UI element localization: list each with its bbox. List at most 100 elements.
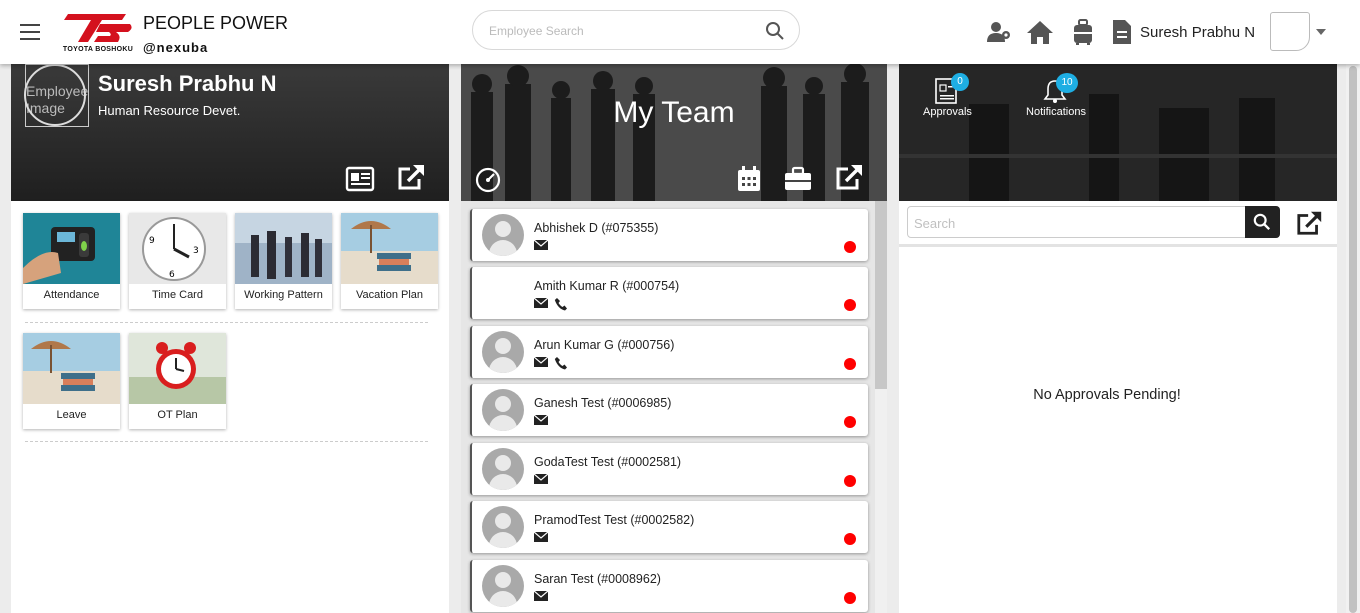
- luggage-icon[interactable]: [1069, 18, 1097, 46]
- calendar-icon[interactable]: [734, 164, 764, 194]
- menu-icon[interactable]: [20, 24, 40, 40]
- member-name: PramodTest Test (#0002582): [534, 513, 695, 527]
- dashboard-gauge-icon[interactable]: [473, 164, 503, 194]
- phone-icon[interactable]: [554, 356, 568, 370]
- member-contact-icons: [534, 356, 568, 370]
- team-member-row[interactable]: Arun Kumar G (#000756): [470, 326, 868, 378]
- id-card-icon[interactable]: [345, 164, 375, 194]
- member-contact-icons: [534, 414, 548, 428]
- member-name: Arun Kumar G (#000756): [534, 338, 675, 352]
- tile-label: OT Plan: [157, 409, 198, 421]
- approvals-search-button[interactable]: [1245, 206, 1280, 238]
- member-status-dot: [844, 241, 856, 253]
- user-name[interactable]: Suresh Prabhu N: [1140, 24, 1255, 41]
- envelope-icon[interactable]: [534, 239, 548, 251]
- tile-label: Time Card: [152, 289, 203, 301]
- approvals-button[interactable]: 0 Approvals: [923, 73, 972, 124]
- envelope-icon[interactable]: [534, 297, 548, 309]
- member-avatar: [482, 506, 524, 548]
- ot-plan-image: [129, 333, 226, 404]
- no-approvals-message: No Approvals Pending!: [1033, 387, 1181, 403]
- page-scrollbar-thumb[interactable]: [1349, 66, 1357, 613]
- member-avatar: [482, 448, 524, 490]
- toyota-boshoku-logo: TOYOTA BOSHOKU: [60, 10, 136, 56]
- member-name: Abhishek D (#075355): [534, 221, 659, 235]
- tile-label: Vacation Plan: [355, 289, 424, 301]
- member-avatar: [482, 565, 524, 607]
- team-icon[interactable]: [985, 18, 1013, 46]
- vacation-plan-image: [341, 213, 438, 284]
- employee-search-input[interactable]: [489, 21, 749, 41]
- employee-name: Suresh Prabhu N: [98, 71, 277, 96]
- team-member-row[interactable]: Amith Kumar R (#000754): [470, 267, 868, 319]
- envelope-icon[interactable]: [534, 356, 548, 368]
- member-avatar: [482, 389, 524, 431]
- envelope-icon[interactable]: [534, 473, 548, 485]
- search-icon[interactable]: [765, 21, 785, 41]
- member-status-dot: [844, 475, 856, 487]
- external-link-icon[interactable]: [835, 162, 865, 192]
- external-link-icon[interactable]: [397, 162, 427, 192]
- envelope-icon[interactable]: [534, 414, 548, 426]
- time-card-image: 9 6 3: [129, 213, 226, 284]
- brand-subtitle: @nexuba: [143, 40, 209, 55]
- member-name: Amith Kumar R (#000754): [534, 279, 680, 293]
- employee-department: Human Resource Devet.: [98, 103, 241, 118]
- external-link-icon[interactable]: [1296, 209, 1324, 237]
- member-status-dot: [844, 533, 856, 545]
- team-member-row[interactable]: GodaTest Test (#0002581): [470, 443, 868, 495]
- search-icon: [1253, 213, 1271, 231]
- working-pattern-image: [235, 213, 332, 284]
- briefcase-icon[interactable]: [783, 164, 813, 194]
- vacation-plan-tile[interactable]: Vacation Plan: [341, 213, 438, 309]
- tile-label: Leave: [56, 409, 87, 421]
- team-member-row[interactable]: Ganesh Test (#0006985): [470, 384, 868, 436]
- tile-label: Attendance: [43, 289, 100, 301]
- ot-plan-tile[interactable]: OT Plan: [129, 333, 226, 429]
- profile-banner: Employee Image Suresh Prabhu N Human Res…: [11, 64, 449, 201]
- member-status-dot: [844, 299, 856, 311]
- member-name: Saran Test (#0008962): [534, 572, 661, 586]
- brand-title: PEOPLE POWER: [143, 13, 289, 33]
- working-pattern-tile[interactable]: Working Pattern: [235, 213, 332, 309]
- member-name: Ganesh Test (#0006985): [534, 396, 672, 410]
- top-header: TOYOTA BOSHOKU PEOPLE POWER @nexuba Sure…: [0, 0, 1360, 64]
- leave-image: [23, 333, 120, 404]
- team-member-row[interactable]: Saran Test (#0008962): [470, 560, 868, 612]
- employee-search-box: [472, 10, 800, 50]
- team-silhouettes: [461, 64, 887, 201]
- envelope-icon[interactable]: [534, 590, 548, 602]
- member-contact-icons: [534, 297, 568, 311]
- tile-label: Working Pattern: [244, 289, 323, 301]
- notifications-button[interactable]: 10 Notifications: [1023, 73, 1089, 124]
- member-avatar: [482, 214, 524, 256]
- time-card-tile[interactable]: 9 6 3 Time Card: [129, 213, 226, 309]
- logo-text: TOYOTA BOSHOKU: [62, 46, 134, 53]
- svg-text:9: 9: [149, 236, 155, 246]
- member-contact-icons: [534, 239, 548, 253]
- team-member-list: Abhishek D (#075355) Amith Kumar R (#0007…: [461, 201, 887, 613]
- svg-text:6: 6: [169, 270, 175, 280]
- leave-tile[interactable]: Leave: [23, 333, 120, 429]
- approvals-search-input[interactable]: [914, 214, 1234, 232]
- user-avatar[interactable]: [1270, 12, 1310, 51]
- approvals-label: Approvals: [923, 106, 972, 118]
- team-member-row[interactable]: PramodTest Test (#0002582): [470, 501, 868, 553]
- notifications-count-badge: 10: [1056, 73, 1078, 93]
- approvals-separator: [899, 244, 1337, 247]
- tile-divider: [25, 441, 428, 442]
- member-name: GodaTest Test (#0002581): [534, 455, 682, 469]
- member-status-dot: [844, 416, 856, 428]
- home-icon[interactable]: [1026, 18, 1054, 46]
- attendance-tile[interactable]: Attendance: [23, 213, 120, 309]
- employee-image-frame: [24, 64, 86, 126]
- chevron-down-icon[interactable]: [1316, 29, 1326, 35]
- phone-icon[interactable]: [554, 297, 568, 311]
- team-list-scrollbar-thumb[interactable]: [875, 201, 887, 389]
- attendance-image: [23, 213, 120, 284]
- team-banner: My Team: [461, 64, 887, 201]
- envelope-icon[interactable]: [534, 531, 548, 543]
- team-member-row[interactable]: Abhishek D (#075355): [470, 209, 868, 261]
- tile-divider: [25, 322, 428, 323]
- document-icon[interactable]: [1108, 18, 1136, 46]
